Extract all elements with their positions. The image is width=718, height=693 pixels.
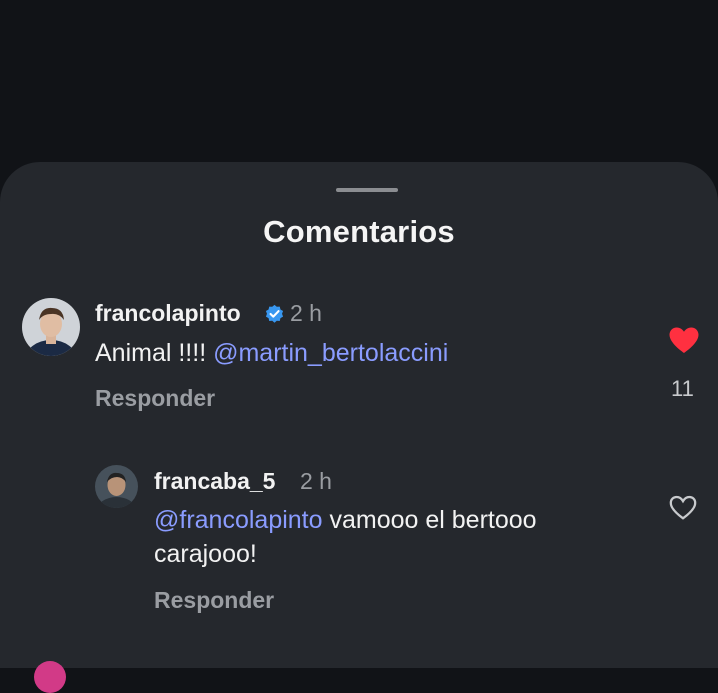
comment-time: 2 h	[300, 468, 332, 494]
comments-sheet: Comentarios	[0, 162, 718, 668]
avatar[interactable]	[34, 661, 66, 693]
mention-link[interactable]: @francolapinto	[154, 506, 323, 534]
comment-text: Animal !!!! @martin_bertolaccini	[95, 336, 448, 370]
comment-text: @francolapinto vamooo el bertooo carajoo…	[154, 503, 634, 571]
heart-outline-icon[interactable]	[668, 494, 698, 521]
heart-filled-icon[interactable]	[668, 326, 700, 354]
comment-text-content: Animal !!!!	[95, 339, 214, 367]
comment-text-content: carajooo!	[154, 540, 257, 568]
comment-username[interactable]: francolapinto	[95, 300, 241, 327]
avatar[interactable]	[22, 298, 80, 356]
comment-time: 2 h	[290, 300, 322, 326]
reply-button[interactable]: Responder	[154, 587, 274, 614]
avatar[interactable]	[95, 465, 138, 508]
comment-username[interactable]: francaba_5	[154, 468, 275, 495]
comment-text-content: vamooo el bertooo	[322, 506, 537, 534]
reply-button[interactable]: Responder	[95, 385, 215, 412]
like-count: 11	[671, 376, 694, 401]
verified-badge-icon	[265, 304, 284, 323]
mention-link[interactable]: @martin_bertolaccini	[213, 339, 448, 367]
sheet-drag-handle[interactable]	[336, 188, 398, 192]
sheet-title: Comentarios	[263, 214, 455, 249]
